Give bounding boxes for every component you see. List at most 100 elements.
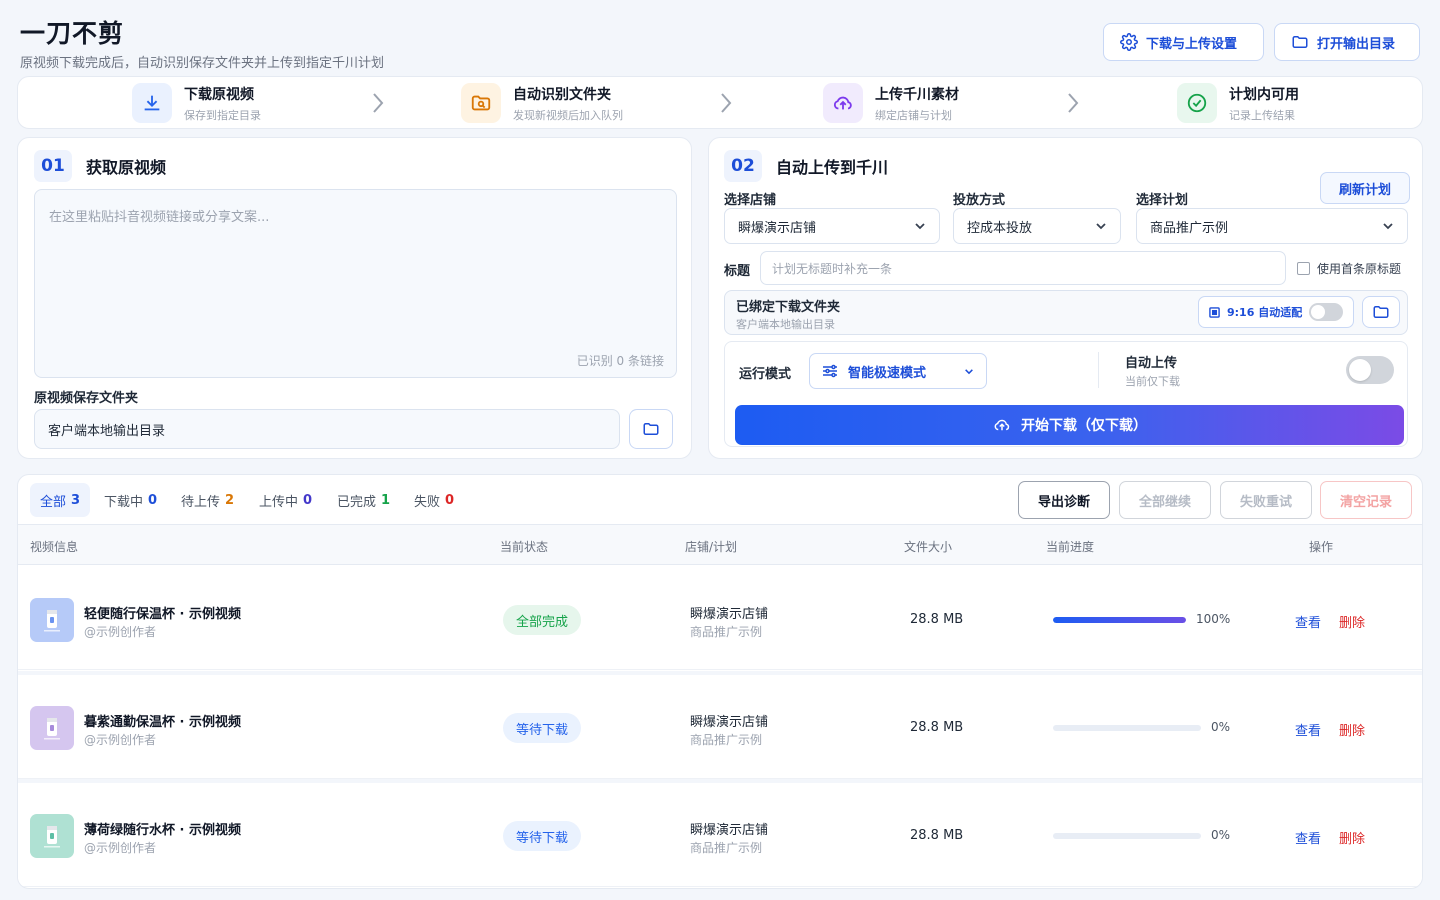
download-icon	[132, 83, 172, 123]
filter-label: 下载中	[104, 494, 144, 510]
shop-name: 瞬爆演示店铺	[690, 715, 769, 730]
step-available: 计划内可用 记录上传结果	[1177, 83, 1299, 123]
step-title: 自动识别文件夹	[513, 86, 611, 103]
sliders-icon	[822, 364, 838, 378]
plan-select[interactable]: 商品推广示例	[1136, 208, 1408, 244]
step-desc: 绑定店铺与计划	[875, 108, 952, 122]
get-video-panel: 01 获取原视频 在这里粘贴抖音视频链接或分享文案... 已识别 0 条链接 原…	[17, 137, 692, 459]
use-first-title-option[interactable]: 使用首条原标题	[1297, 260, 1401, 277]
refresh-plan-button[interactable]: 刷新计划	[1320, 172, 1410, 204]
choose-folder-button[interactable]	[629, 409, 673, 449]
progress-text: 0%	[1211, 720, 1231, 734]
save-folder-label: 原视频保存文件夹	[34, 391, 139, 406]
folder-search-icon	[461, 83, 501, 123]
filter-label: 上传中	[259, 494, 299, 510]
ratio-auto-fit[interactable]: 9:16 自动适配	[1198, 296, 1355, 328]
view-link[interactable]: 查看	[1295, 828, 1321, 847]
bound-folder-button[interactable]	[1362, 296, 1400, 328]
filter-count: 0	[303, 492, 313, 508]
app-subtitle: 原视频下载完成后，自动识别保存文件夹并上传到指定千川计划	[20, 56, 385, 71]
column-header: 当前进度	[1046, 540, 1095, 554]
delivery-select[interactable]: 控成本投放	[953, 208, 1121, 244]
plan-name: 商品推广示例	[690, 625, 763, 639]
bound-folder-desc: 客户端本地输出目录	[736, 318, 835, 331]
video-title: 暮紫通勤保温杯 · 示例视频	[84, 715, 241, 730]
panel-title: 自动上传到千川	[776, 158, 889, 177]
export-diagnostics-button[interactable]: 导出诊断	[1018, 481, 1110, 519]
view-link[interactable]: 查看	[1295, 612, 1321, 631]
file-size: 28.8 MB	[910, 612, 964, 627]
delete-link[interactable]: 删除	[1339, 612, 1365, 631]
aspect-ratio-icon	[1209, 306, 1220, 318]
delete-link[interactable]: 删除	[1339, 720, 1365, 739]
divider	[1098, 352, 1099, 388]
bound-folder-title: 已绑定下载文件夹	[736, 300, 841, 315]
start-label: 开始下载（仅下载）	[1021, 418, 1147, 434]
delivery-value: 控成本投放	[967, 220, 1033, 236]
filter-label: 全部	[40, 494, 67, 510]
progress-text: 0%	[1211, 828, 1231, 842]
column-header: 视频信息	[30, 540, 79, 554]
delete-link[interactable]: 删除	[1339, 828, 1365, 847]
progress-fill	[1053, 617, 1186, 623]
filter-tab-failed[interactable]: 失败 0	[404, 483, 464, 517]
filter-tab-completed[interactable]: 已完成 1	[327, 483, 400, 517]
run-mode-select[interactable]: 智能极速模式	[809, 353, 987, 389]
continue-all-button[interactable]: 全部继续	[1119, 481, 1211, 519]
plan-name: 商品推广示例	[690, 841, 763, 855]
retry-failed-button[interactable]: 失败重试	[1220, 481, 1312, 519]
filter-label: 失败	[414, 494, 441, 510]
video-title: 薄荷绿随行水杯 · 示例视频	[84, 823, 241, 838]
plan-label: 选择计划	[1136, 193, 1189, 208]
shop-value: 瞬爆演示店铺	[738, 220, 817, 236]
open-output-button[interactable]: 打开输出目录	[1274, 23, 1420, 61]
filter-tab-pending-upload[interactable]: 待上传 2	[171, 483, 244, 517]
chevron-right-icon	[1065, 92, 1081, 114]
title-input[interactable]: 计划无标题时补充一条	[760, 251, 1286, 285]
column-header: 文件大小	[904, 540, 953, 554]
plan-value: 商品推广示例	[1150, 220, 1229, 236]
download-upload-settings-button[interactable]: 下载与上传设置	[1103, 23, 1264, 61]
filter-label: 待上传	[181, 494, 221, 510]
filter-tab-all[interactable]: 全部 3	[30, 483, 91, 517]
chevron-down-icon	[1382, 222, 1394, 230]
view-link[interactable]: 查看	[1295, 720, 1321, 739]
auto-upload-toggle[interactable]	[1346, 356, 1394, 384]
start-download-button[interactable]: 开始下载（仅下载）	[735, 405, 1404, 445]
filter-tab-uploading[interactable]: 上传中 0	[249, 483, 322, 517]
save-folder-input[interactable]: 客户端本地输出目录	[34, 409, 620, 449]
shop-name: 瞬爆演示店铺	[690, 607, 769, 622]
step-title: 计划内可用	[1229, 86, 1299, 103]
step-desc: 发现新视频后加入队列	[513, 108, 623, 122]
plan-name: 商品推广示例	[690, 733, 763, 747]
cloud-upload-icon	[823, 83, 863, 123]
shop-name: 瞬爆演示店铺	[690, 823, 769, 838]
use-first-title-label: 使用首条原标题	[1317, 262, 1402, 276]
app-title: 一刀不剪	[20, 19, 125, 48]
table-row: 暮紫通勤保温杯 · 示例视频 @示例创作者 等待下载 瞬爆演示店铺 商品推广示例…	[18, 675, 1422, 779]
run-mode-label: 运行模式	[739, 367, 792, 382]
use-first-title-checkbox[interactable]	[1297, 262, 1310, 275]
video-thumbnail	[30, 598, 74, 642]
auto-upload-desc: 当前仅下载	[1125, 375, 1180, 388]
clear-records-button[interactable]: 清空记录	[1320, 481, 1412, 519]
ratio-toggle[interactable]	[1309, 303, 1344, 321]
progress-bar	[1053, 833, 1201, 839]
panel-title: 获取原视频	[86, 158, 167, 177]
progress-bar	[1053, 725, 1201, 731]
status-badge: 等待下载	[503, 713, 581, 743]
status-badge: 全部完成	[503, 605, 581, 635]
video-author: @示例创作者	[84, 625, 157, 639]
video-link-textarea[interactable]: 在这里粘贴抖音视频链接或分享文案... 已识别 0 条链接	[34, 189, 677, 378]
delivery-label: 投放方式	[953, 193, 1006, 208]
step-desc: 保存到指定目录	[184, 108, 261, 122]
folder-icon	[641, 420, 661, 438]
bound-folder-box: 已绑定下载文件夹 客户端本地输出目录 9:16 自动适配	[724, 290, 1408, 335]
auto-upload-title: 自动上传	[1125, 356, 1178, 371]
column-header: 操作	[1309, 540, 1334, 554]
shop-select[interactable]: 瞬爆演示店铺	[724, 208, 940, 244]
step-title: 上传千川素材	[875, 86, 959, 103]
filter-count: 1	[381, 492, 391, 508]
progress-text: 100%	[1196, 612, 1231, 626]
filter-tab-downloading[interactable]: 下载中 0	[94, 483, 167, 517]
